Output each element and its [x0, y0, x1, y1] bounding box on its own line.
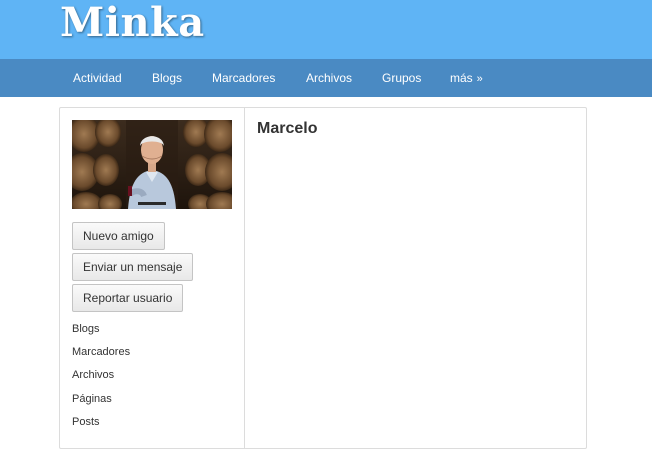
- profile-content: Marcelo: [257, 120, 317, 138]
- main-nav: Actividad Blogs Marcadores Archivos Grup…: [0, 59, 652, 97]
- nav-item-archivos[interactable]: Archivos: [306, 59, 352, 97]
- nav-item-more[interactable]: más»: [450, 59, 483, 97]
- sidebar-link-paginas[interactable]: Páginas: [72, 393, 112, 405]
- add-friend-button[interactable]: Nuevo amigo: [72, 222, 165, 250]
- nav-item-actividad[interactable]: Actividad: [73, 59, 122, 97]
- nav-more-label: más: [450, 71, 473, 85]
- avatar[interactable]: [72, 120, 232, 209]
- nav-item-blogs[interactable]: Blogs: [152, 59, 182, 97]
- sidebar-link-marcadores[interactable]: Marcadores: [72, 346, 130, 358]
- site-logo[interactable]: Minka: [60, 0, 205, 46]
- sidebar-link-posts[interactable]: Posts: [72, 416, 100, 428]
- nav-item-marcadores[interactable]: Marcadores: [212, 59, 275, 97]
- profile-sidebar: Nuevo amigo Enviar un mensaje Reportar u…: [60, 108, 245, 448]
- profile-layout: Nuevo amigo Enviar un mensaje Reportar u…: [59, 107, 587, 449]
- send-message-button[interactable]: Enviar un mensaje: [72, 253, 194, 281]
- nav-item-grupos[interactable]: Grupos: [382, 59, 421, 97]
- double-chevron-right-icon: »: [476, 73, 483, 85]
- avatar-photo: [72, 120, 232, 209]
- sidebar-link-blogs[interactable]: Blogs: [72, 323, 100, 335]
- sidebar-link-archivos[interactable]: Archivos: [72, 369, 114, 381]
- profile-name: Marcelo: [257, 120, 318, 137]
- site-header: Minka: [0, 0, 652, 59]
- report-user-button[interactable]: Reportar usuario: [72, 284, 184, 312]
